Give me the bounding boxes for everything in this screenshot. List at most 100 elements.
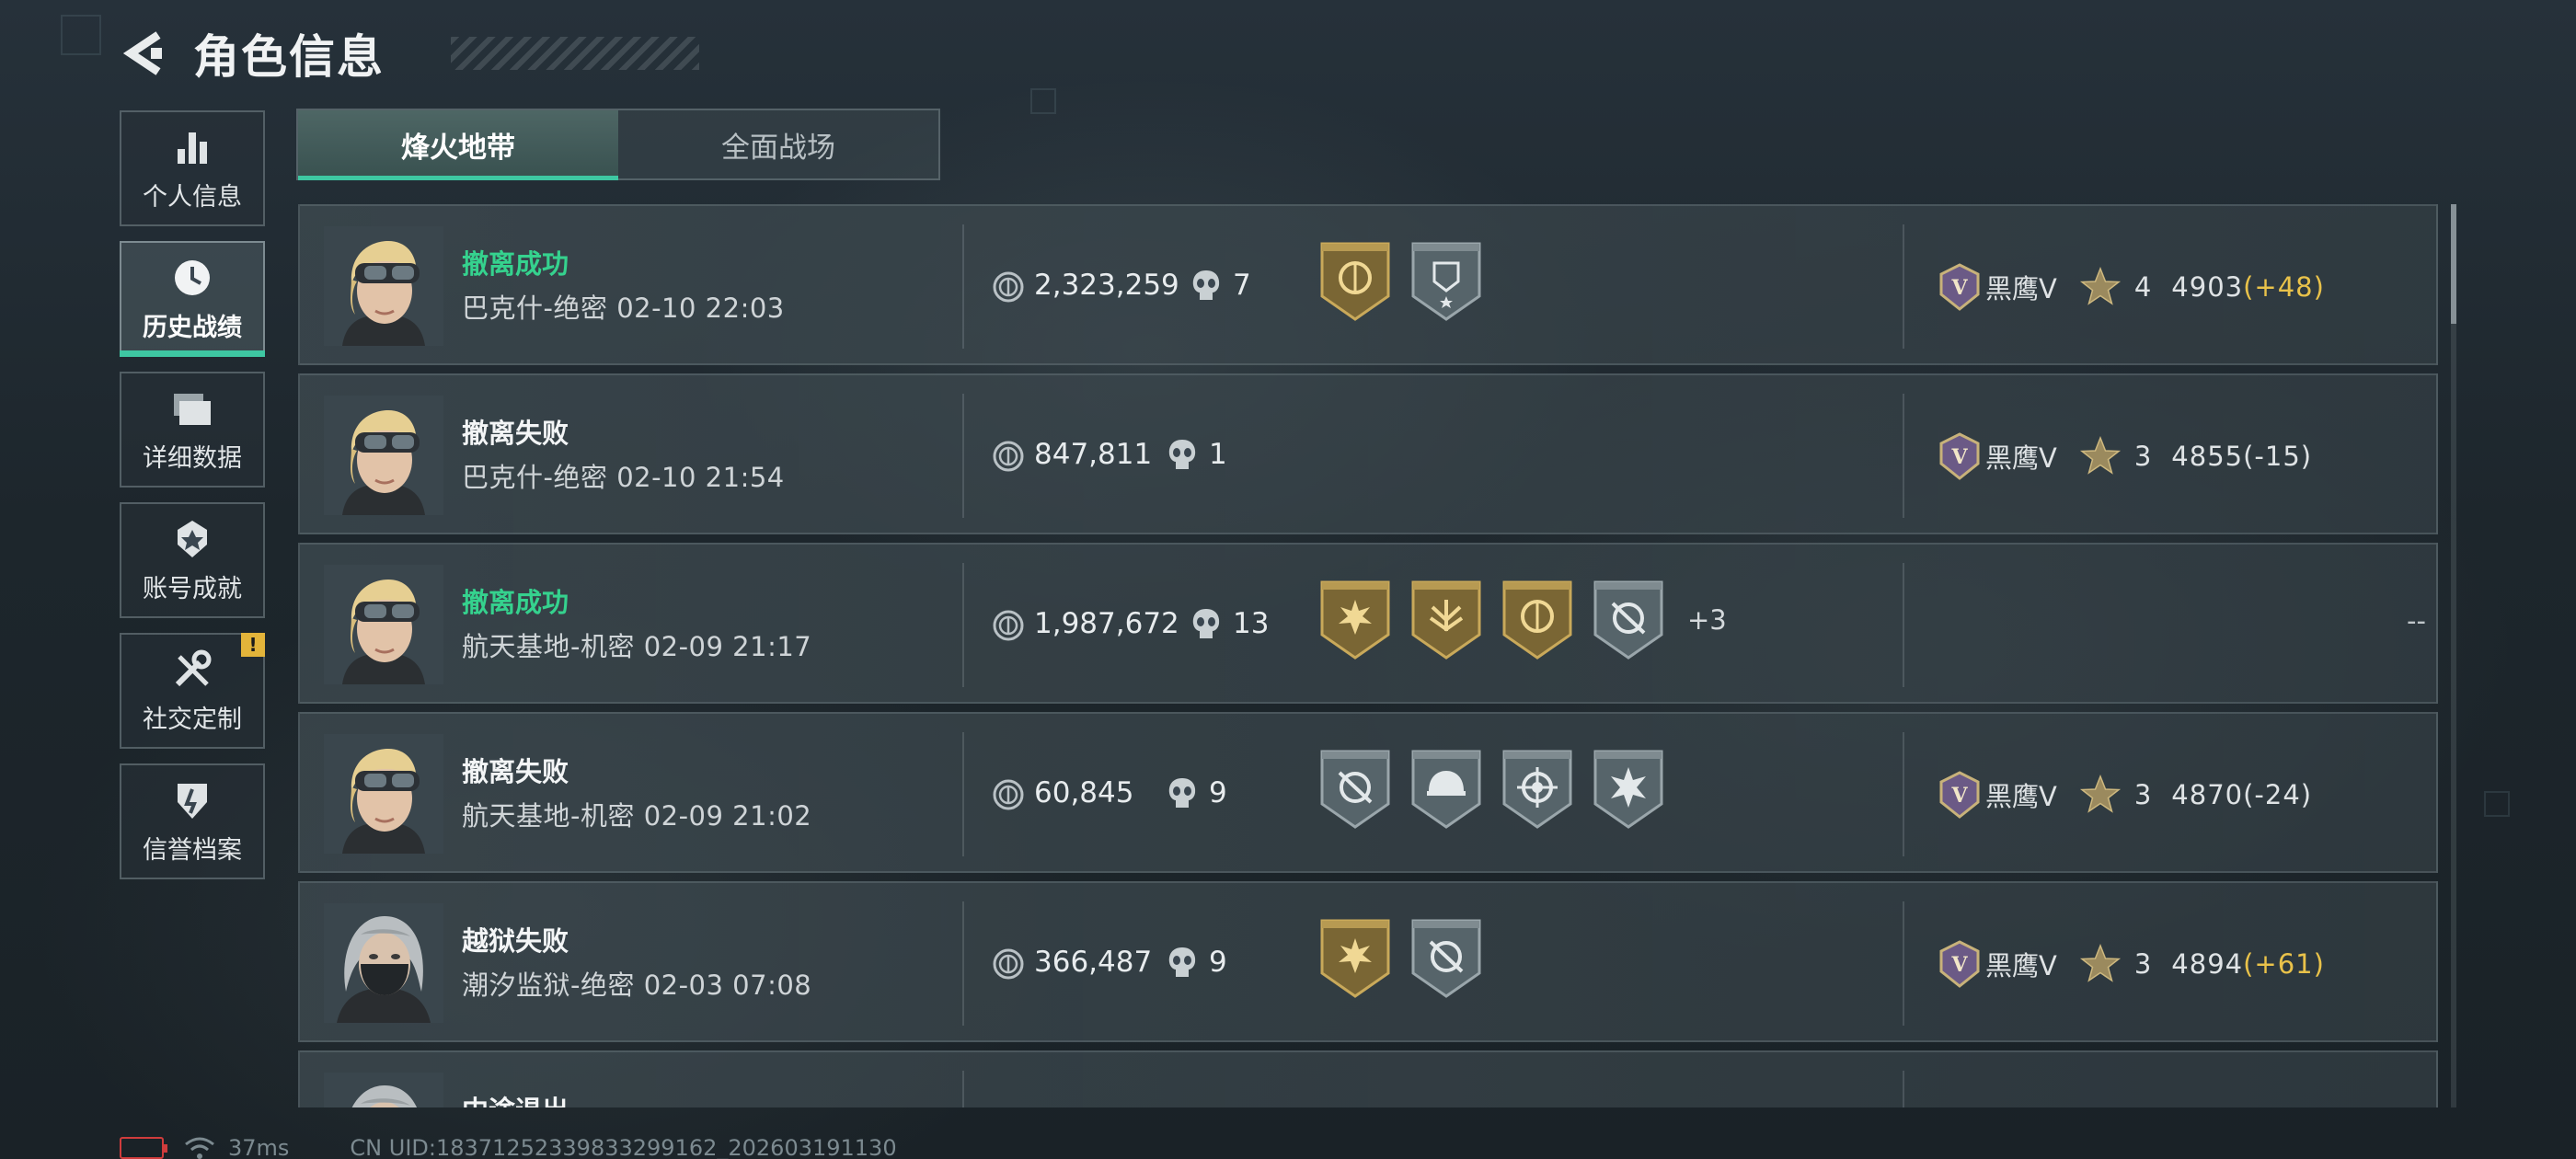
skull-icon xyxy=(1167,438,1198,473)
divider xyxy=(1903,1071,1904,1107)
more-medals-count[interactable]: +3 xyxy=(1687,604,1727,636)
sidebar-item-label: 历史战绩 xyxy=(143,313,242,342)
coin-icon xyxy=(992,947,1025,981)
list-scrollbar[interactable] xyxy=(2451,204,2456,1107)
rank-name: 黑鹰V xyxy=(1985,273,2057,304)
star-icon xyxy=(2079,266,2122,308)
kill-count: 9 xyxy=(1209,776,1227,809)
rank-score: 4855 xyxy=(2171,441,2244,472)
avatar xyxy=(324,734,443,854)
silver-helmet-medal-icon[interactable] xyxy=(1410,749,1482,830)
coin-icon xyxy=(992,778,1025,811)
sidebar-item-personal-info[interactable]: 个人信息 xyxy=(120,110,265,226)
sidebar-item-achievements[interactable]: 账号成就 xyxy=(120,502,265,618)
back-arrow-icon xyxy=(122,31,162,75)
rank-stars: 3 xyxy=(2133,948,2152,980)
map-name: 潮汐监狱-绝密 xyxy=(462,970,635,1001)
scrollbar-thumb[interactable] xyxy=(2451,204,2456,324)
silver-burst-medal-icon[interactable] xyxy=(1593,749,1664,830)
table-row[interactable]: 撤离成功 巴克什-绝密 02-10 22:03 2,323,259 7 黑鹰V … xyxy=(298,204,2438,365)
rank-info: 黑鹰V 3 4894 (+61) xyxy=(1938,936,2325,992)
achievement-icon xyxy=(170,517,214,561)
notification-badge: ! xyxy=(241,633,265,657)
title-stripe-decoration xyxy=(451,37,699,70)
score-delta: (-15) xyxy=(2243,441,2313,472)
wifi-icon xyxy=(185,1137,214,1159)
match-status: 撤离失败 xyxy=(462,756,569,787)
silver-crosshair-medal-icon[interactable] xyxy=(1410,918,1482,999)
avatar xyxy=(324,565,443,684)
table-row[interactable]: 撤离失败 航天基地-机密 02-09 21:02 60,845 9 黑鹰V 3 … xyxy=(298,712,2438,873)
gold-wings-medal-icon[interactable] xyxy=(1410,580,1482,660)
folder-icon xyxy=(170,386,214,430)
star-icon xyxy=(2079,435,2122,477)
match-time: 02-10 21:54 xyxy=(616,462,785,493)
rank-empty-placeholder: -- xyxy=(2407,605,2426,637)
match-history-list[interactable]: 撤离成功 巴克什-绝密 02-10 22:03 2,323,259 7 黑鹰V … xyxy=(298,204,2438,1107)
table-row[interactable]: 撤离成功 航天基地-机密 02-09 21:17 1,987,672 13 +3… xyxy=(298,543,2438,704)
mode-tabs: 烽火地带 全面战场 xyxy=(296,109,940,180)
asset-value: 60,845 xyxy=(1034,776,1134,809)
star-icon xyxy=(2079,774,2122,816)
skull-icon xyxy=(1167,946,1198,981)
medal-list xyxy=(1319,918,1501,999)
sidebar-item-label: 个人信息 xyxy=(143,182,242,212)
kill-count: 7 xyxy=(1233,269,1251,302)
map-name: 巴克什-绝密 xyxy=(462,293,608,324)
back-button[interactable] xyxy=(120,26,166,81)
divider xyxy=(1903,732,1904,856)
silver-crosshair-medal-icon[interactable] xyxy=(1593,580,1664,660)
table-row[interactable]: 越狱失败 潮汐监狱-绝密 02-03 07:08 366,487 9 黑鹰V 3… xyxy=(298,881,2438,1042)
tools-icon xyxy=(170,648,214,692)
silver-target-medal-icon[interactable] xyxy=(1501,749,1573,830)
match-status: 越狱失败 xyxy=(462,925,569,957)
tab-warzone-zone[interactable]: 烽火地带 xyxy=(298,110,618,180)
rank-name: 黑鹰V xyxy=(1985,442,2057,474)
page-title: 角色信息 xyxy=(193,30,385,84)
tab-full-battlefield[interactable]: 全面战场 xyxy=(618,110,938,178)
rank-name: 黑鹰V xyxy=(1985,781,2057,812)
coin-icon xyxy=(992,270,1025,304)
score-delta: (+61) xyxy=(2243,948,2325,980)
table-row[interactable]: 中途退出 xyxy=(298,1050,2438,1107)
sidebar-item-credit-record[interactable]: 信誉档案 xyxy=(120,763,265,879)
rank-badge-icon xyxy=(1938,940,1982,988)
rank-score: 4870 xyxy=(2171,779,2244,810)
medal-list: +3 xyxy=(1319,580,1727,660)
match-time: 02-09 21:17 xyxy=(643,631,812,662)
match-detail: 巴克什-绝密 02-10 22:03 xyxy=(462,287,785,326)
rank-info: 黑鹰V 3 4855 (-15) xyxy=(1938,429,2312,484)
user-uid: CN UID:18371252339833299162_202603191130 xyxy=(350,1135,897,1159)
gold-sun-medal-icon[interactable] xyxy=(1319,580,1391,660)
silver-shield-star-medal-icon[interactable] xyxy=(1410,241,1482,322)
map-name: 航天基地-机密 xyxy=(462,800,635,832)
divider xyxy=(962,732,964,856)
decor-square xyxy=(2484,791,2510,817)
score-delta: (-24) xyxy=(2243,779,2313,810)
silver-crosshair-medal-icon[interactable] xyxy=(1319,749,1391,830)
rank-stars: 3 xyxy=(2133,441,2152,472)
kill-count: 9 xyxy=(1209,946,1227,979)
header: 角色信息 xyxy=(120,26,699,84)
sidebar-item-match-history[interactable]: 历史战绩 xyxy=(120,241,265,357)
gold-emblem-medal-icon[interactable] xyxy=(1319,241,1391,322)
coin-icon xyxy=(992,609,1025,642)
table-row[interactable]: 撤离失败 巴克什-绝密 02-10 21:54 847,811 1 黑鹰V 3 … xyxy=(298,373,2438,534)
sidebar-item-social-custom[interactable]: 社交定制 ! xyxy=(120,633,265,749)
sidebar-item-detailed-data[interactable]: 详细数据 xyxy=(120,372,265,488)
skull-icon xyxy=(1190,607,1222,642)
avatar xyxy=(324,396,443,515)
asset-value: 847,811 xyxy=(1034,438,1153,471)
divider xyxy=(962,563,964,687)
gold-emblem-medal-icon[interactable] xyxy=(1501,580,1573,660)
match-detail: 巴克什-绝密 02-10 21:54 xyxy=(462,456,785,495)
gold-sun-medal-icon[interactable] xyxy=(1319,918,1391,999)
divider xyxy=(1903,394,1904,518)
rank-badge-icon xyxy=(1938,771,1982,819)
skull-icon xyxy=(1167,776,1198,811)
match-detail: 潮汐监狱-绝密 02-03 07:08 xyxy=(462,964,811,1003)
rank-stars: 3 xyxy=(2133,779,2152,810)
skull-icon xyxy=(1190,269,1222,304)
medal-list xyxy=(1319,241,1501,322)
rank-badge-icon xyxy=(1938,263,1982,311)
